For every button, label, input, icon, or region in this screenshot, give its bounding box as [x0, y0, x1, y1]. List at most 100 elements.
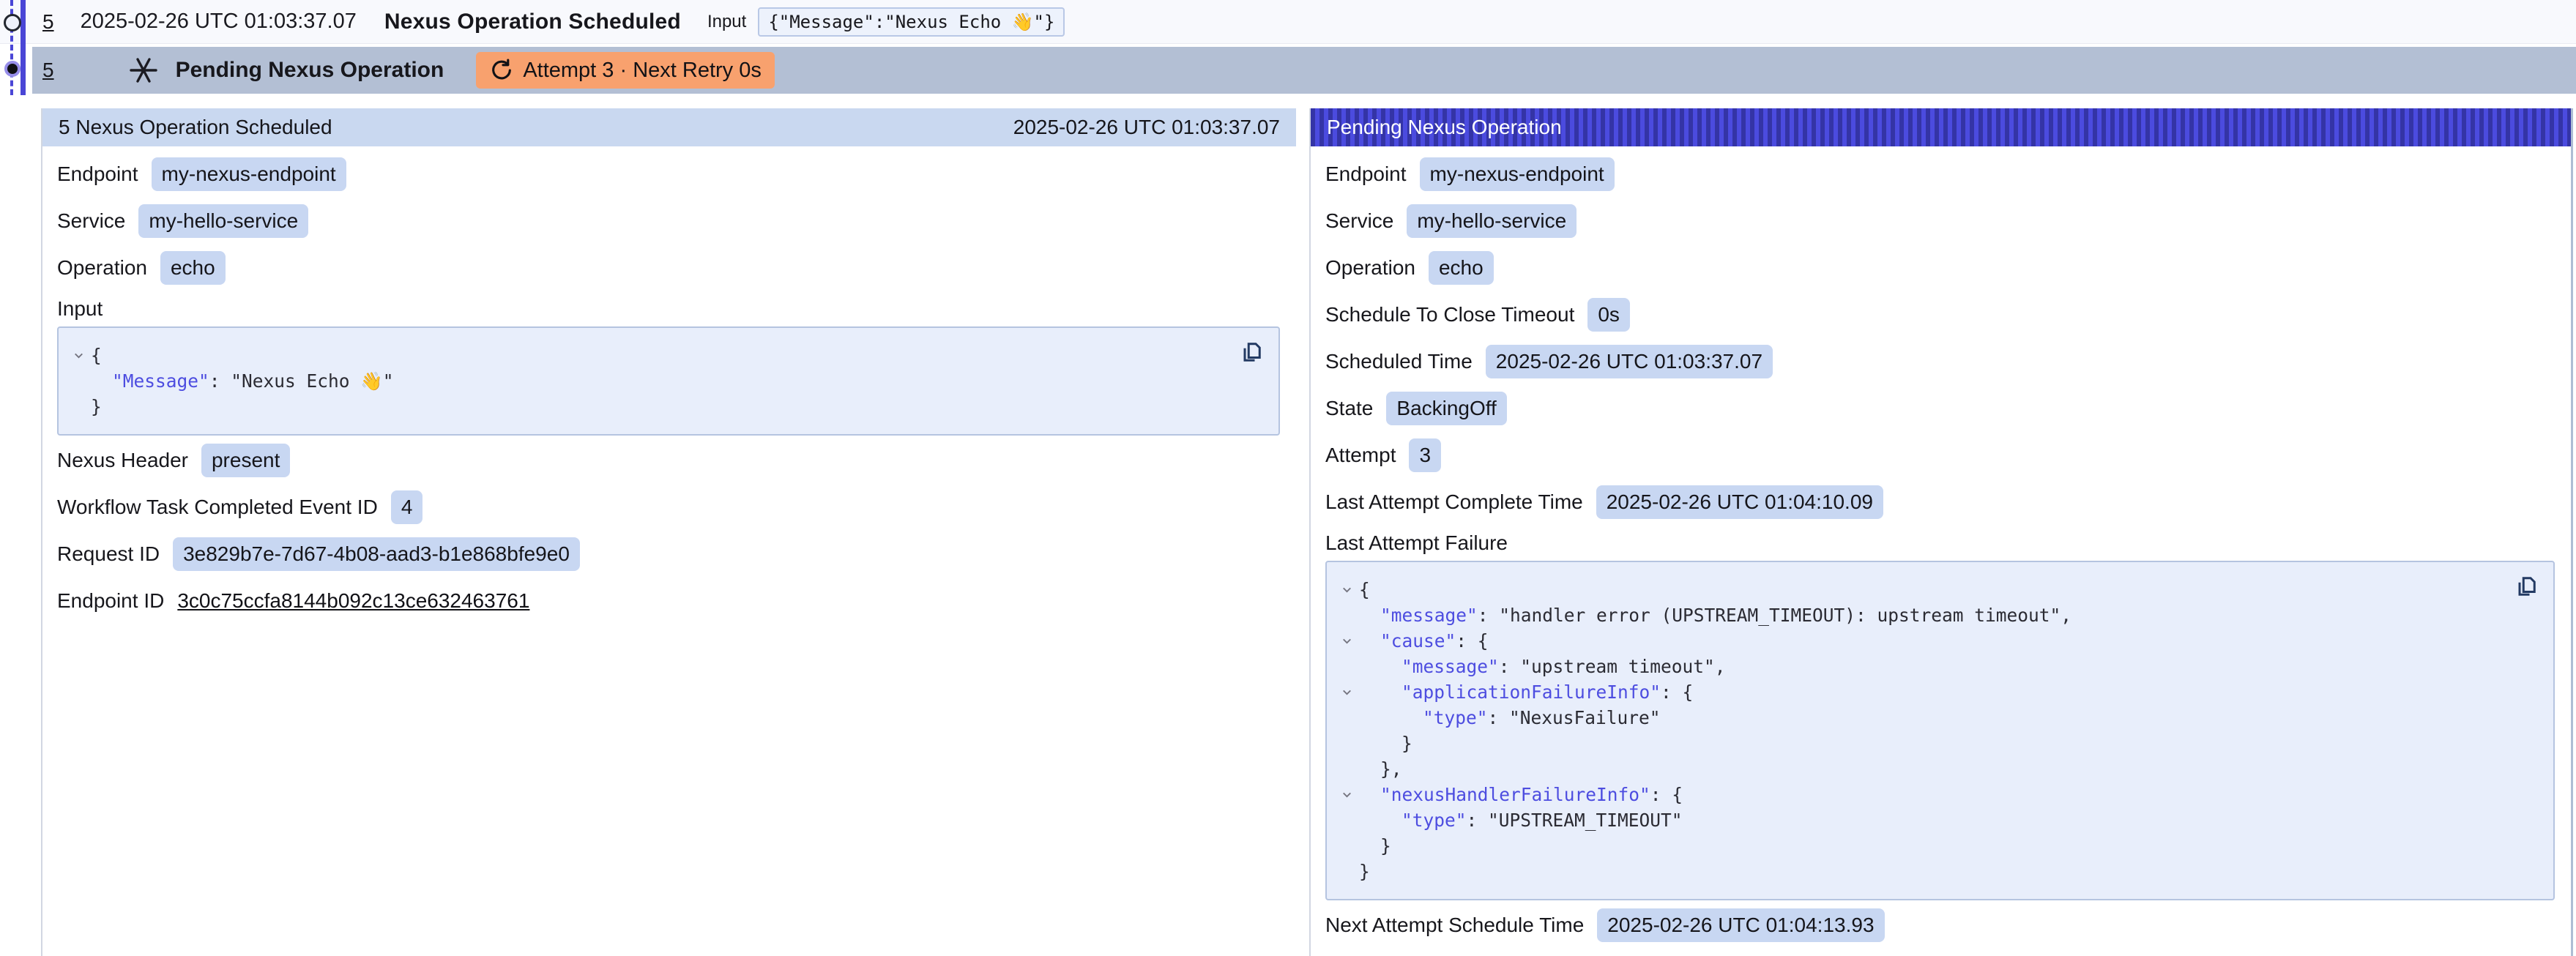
json-line: "message": "handler error (UPSTREAM_TIME…: [1334, 602, 2502, 628]
json-text: : "handler error (UPSTREAM_TIMEOUT): ups…: [1478, 605, 2071, 626]
detail-panels: 5 Nexus Operation Scheduled 2025-02-26 U…: [0, 108, 2576, 956]
field-label: State: [1325, 397, 1373, 420]
left-panel-title: 5 Nexus Operation Scheduled: [59, 116, 332, 139]
input-block-label: Input: [57, 291, 1280, 326]
field-value-badge: 2025-02-26 UTC 01:03:37.07: [1486, 345, 1773, 378]
field-request-id: Request ID 3e829b7e-7d67-4b08-aad3-b1e86…: [57, 531, 1280, 578]
input-json-block: {"Message": "Nexus Echo 👋"}: [57, 326, 1280, 436]
event-input-value-chip: {"Message":"Nexus Echo 👋"}: [758, 7, 1065, 37]
json-text: }: [1359, 861, 1370, 882]
field-last-attempt-complete-time: Last Attempt Complete Time 2025-02-26 UT…: [1325, 479, 2555, 526]
json-line: "type": "NexusFailure": [1334, 705, 2502, 731]
json-line: }: [66, 394, 1227, 419]
field-endpoint-id: Endpoint ID 3c0c75ccfa8144b092c13ce63246…: [57, 578, 1280, 624]
event-id-link[interactable]: 5: [42, 10, 54, 34]
json-text: },: [1380, 758, 1402, 780]
field-value-badge: echo: [1429, 251, 1494, 285]
field-value-badge: echo: [160, 251, 226, 285]
field-label: Scheduled Time: [1325, 350, 1473, 373]
left-panel-timestamp: 2025-02-26 UTC 01:03:37.07: [1013, 116, 1280, 139]
json-text: : "Nexus Echo 👋": [209, 370, 394, 392]
copy-icon[interactable]: [2511, 571, 2542, 602]
attempt-retry-badge: Attempt 3 · Next Retry 0s: [476, 52, 775, 89]
panel-nexus-operation-scheduled: 5 Nexus Operation Scheduled 2025-02-26 U…: [41, 108, 1296, 956]
json-text: : "upstream timeout",: [1499, 656, 1726, 677]
field-label: Request ID: [57, 542, 160, 566]
pending-asterisk-icon: [127, 54, 160, 86]
json-text: : "UPSTREAM_TIMEOUT": [1467, 810, 1683, 831]
json-line: },: [1334, 756, 2502, 782]
field-value-badge: 2025-02-26 UTC 01:04:13.93: [1597, 908, 1884, 942]
field-label: Service: [57, 209, 125, 233]
json-text: : "NexusFailure": [1488, 707, 1661, 728]
json-text: {: [1359, 579, 1370, 600]
field-value-badge: 3: [1409, 438, 1441, 472]
field-value-badge: my-hello-service: [1407, 204, 1577, 238]
left-panel-body: Endpoint my-nexus-endpoint Service my-he…: [42, 146, 1296, 624]
field-label: Endpoint: [57, 163, 138, 186]
field-endpoint: Endpoint my-nexus-endpoint: [1325, 151, 2555, 198]
json-key: "type": [1423, 707, 1488, 728]
json-line: "type": "UPSTREAM_TIMEOUT": [1334, 807, 2502, 833]
collapse-chevron-icon[interactable]: [1334, 583, 1359, 596]
field-label: Attempt: [1325, 444, 1396, 467]
field-scheduled-time: Scheduled Time 2025-02-26 UTC 01:03:37.0…: [1325, 338, 2555, 385]
field-endpoint: Endpoint my-nexus-endpoint: [57, 151, 1280, 198]
field-attempt: Attempt 3: [1325, 432, 2555, 479]
field-schedule-to-close-timeout: Schedule To Close Timeout 0s: [1325, 291, 2555, 338]
json-line: "applicationFailureInfo": {: [1334, 679, 2502, 705]
pending-nexus-operation-row[interactable]: 5 Pending Nexus Operation Attempt 3 · Ne…: [32, 47, 2576, 94]
collapse-chevron-icon[interactable]: [1334, 635, 1359, 647]
pending-event-id-link[interactable]: 5: [42, 59, 54, 82]
field-value-badge: my-hello-service: [138, 204, 308, 238]
timeline-node-open-icon: [4, 14, 21, 31]
field-value-badge: 4: [391, 490, 423, 524]
field-next-attempt-schedule-time: Next Attempt Schedule Time 2025-02-26 UT…: [1325, 902, 2555, 949]
field-label: Endpoint: [1325, 163, 1407, 186]
json-line: "nexusHandlerFailureInfo": {: [1334, 782, 2502, 807]
field-value-badge: my-nexus-endpoint: [1420, 157, 1615, 191]
collapse-chevron-icon[interactable]: [66, 349, 91, 362]
json-line: {: [66, 343, 1227, 368]
json-key: "Message": [112, 370, 209, 392]
collapse-chevron-icon[interactable]: [1334, 686, 1359, 698]
json-key: "cause": [1380, 630, 1456, 651]
field-label: Operation: [57, 256, 147, 280]
last-attempt-failure-json-block: {"message": "handler error (UPSTREAM_TIM…: [1325, 561, 2555, 900]
right-panel-title: Pending Nexus Operation: [1327, 116, 1562, 139]
event-title: Nexus Operation Scheduled: [384, 10, 681, 34]
event-history-detail-view: 5 2025-02-26 UTC 01:03:37.07 Nexus Opera…: [0, 0, 2576, 956]
right-panel-body: Endpoint my-nexus-endpoint Service my-he…: [1311, 146, 2571, 949]
pending-row-title: Pending Nexus Operation: [176, 58, 444, 83]
json-text: : {: [1661, 681, 1693, 703]
field-label: Workflow Task Completed Event ID: [57, 496, 378, 519]
json-line: }: [1334, 833, 2502, 859]
field-label: Nexus Header: [57, 449, 188, 472]
field-value-badge: BackingOff: [1386, 392, 1506, 425]
json-key: "nexusHandlerFailureInfo": [1380, 784, 1650, 805]
left-panel-header: 5 Nexus Operation Scheduled 2025-02-26 U…: [42, 108, 1296, 146]
timeline-rail: [0, 0, 32, 95]
field-value-badge: 0s: [1587, 298, 1630, 332]
json-key: "message": [1401, 656, 1499, 677]
copy-icon[interactable]: [1236, 337, 1267, 367]
retry-icon: [489, 58, 514, 83]
field-value-badge: present: [201, 444, 290, 477]
field-operation: Operation echo: [1325, 244, 2555, 291]
field-service: Service my-hello-service: [1325, 198, 2555, 244]
field-state: State BackingOff: [1325, 385, 2555, 432]
json-text: }: [1401, 733, 1412, 754]
field-label: Next Attempt Schedule Time: [1325, 914, 1584, 937]
json-line: "message": "upstream timeout",: [1334, 654, 2502, 679]
json-text: : {: [1650, 784, 1683, 805]
event-row-nexus-operation-scheduled[interactable]: 5 2025-02-26 UTC 01:03:37.07 Nexus Opera…: [0, 0, 2576, 44]
timeline-node-current-icon: [4, 61, 21, 77]
json-key: "type": [1401, 810, 1467, 831]
endpoint-id-link[interactable]: 3c0c75ccfa8144b092c13ce632463761: [177, 589, 529, 613]
field-label: Endpoint ID: [57, 589, 164, 613]
json-line: {: [1334, 577, 2502, 602]
field-label: Schedule To Close Timeout: [1325, 303, 1574, 326]
attempt-retry-text: Attempt 3 · Next Retry 0s: [523, 59, 762, 83]
json-text: : {: [1456, 630, 1488, 651]
collapse-chevron-icon[interactable]: [1334, 788, 1359, 801]
